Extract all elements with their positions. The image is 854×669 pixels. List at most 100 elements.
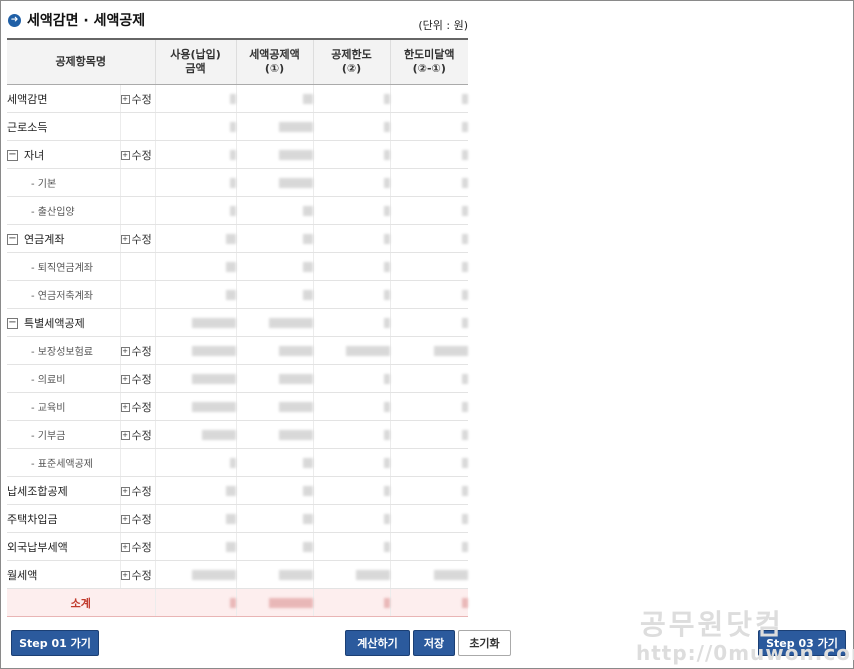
redacted-value	[462, 290, 468, 300]
value-cell-3	[389, 196, 468, 225]
value-cell-3	[389, 224, 468, 253]
value-cell-0	[154, 448, 236, 477]
section-header: ➜ 세액감면 · 세액공제	[8, 10, 145, 30]
redacted-value	[383, 178, 390, 188]
plus-box-icon[interactable]: +	[120, 403, 130, 412]
row-label: - 연금저축계좌	[7, 280, 120, 309]
value-cell-2	[312, 420, 390, 449]
table-row: − 자녀 + 수정	[7, 140, 468, 169]
edit-cell	[119, 448, 155, 477]
dash-marker: -	[31, 347, 38, 358]
row-label: - 기본	[7, 168, 120, 197]
edit-link[interactable]: 수정	[132, 233, 152, 246]
edit-cell[interactable]: + 수정	[119, 532, 155, 561]
redacted-value	[302, 206, 313, 216]
value-cell-0	[154, 112, 236, 141]
edit-link[interactable]: 수정	[132, 513, 152, 526]
plus-box-icon[interactable]: +	[120, 431, 130, 440]
plus-box-icon[interactable]: +	[120, 235, 130, 244]
redacted-value	[201, 430, 236, 440]
redacted-value	[191, 570, 236, 580]
value-cell-0	[154, 392, 236, 421]
calculate-button[interactable]: 계산하기	[345, 630, 410, 656]
redacted-value	[225, 262, 236, 272]
edit-link[interactable]: 수정	[132, 429, 152, 442]
edit-link[interactable]: 수정	[132, 345, 152, 358]
value-cell-2	[312, 196, 390, 225]
edit-cell[interactable]: + 수정	[119, 364, 155, 393]
redacted-value	[383, 206, 390, 216]
edit-link[interactable]: 수정	[132, 149, 152, 162]
value-cell-0	[154, 504, 236, 533]
redacted-value	[462, 458, 468, 468]
edit-cell	[119, 196, 155, 225]
collapse-icon[interactable]: −	[7, 150, 18, 161]
edit-cell[interactable]: + 수정	[119, 140, 155, 169]
plus-box-icon[interactable]: +	[120, 515, 130, 524]
edit-link[interactable]: 수정	[132, 485, 152, 498]
redacted-value	[383, 402, 390, 412]
value-cell-1	[235, 224, 313, 253]
redacted-value	[462, 234, 468, 244]
value-cell-3	[389, 392, 468, 421]
edit-cell[interactable]: + 수정	[119, 560, 155, 589]
row-label: − 특별세액공제	[7, 308, 120, 337]
value-cell-2	[312, 392, 390, 421]
table-row: 근로소득	[7, 112, 468, 141]
save-button[interactable]: 저장	[413, 630, 455, 656]
dash-marker: -	[31, 403, 38, 414]
redacted-value	[302, 542, 313, 552]
plus-box-icon[interactable]: +	[120, 571, 130, 580]
edit-cell[interactable]: + 수정	[119, 84, 155, 113]
value-cell-3	[389, 308, 468, 337]
table-row: - 출산입양	[7, 196, 468, 225]
plus-box-icon[interactable]: +	[120, 543, 130, 552]
edit-link[interactable]: 수정	[132, 93, 152, 106]
reset-button[interactable]: 초기화	[458, 630, 511, 656]
table-row: 세액감면 + 수정	[7, 84, 468, 113]
redacted-value	[191, 374, 236, 384]
redacted-value	[345, 346, 390, 356]
value-cell-3	[389, 532, 468, 561]
edit-link[interactable]: 수정	[132, 541, 152, 554]
table-row: − 특별세액공제	[7, 308, 468, 337]
edit-cell[interactable]: + 수정	[119, 336, 155, 365]
redacted-value	[383, 542, 390, 552]
redacted-value	[225, 234, 236, 244]
value-cell-1	[235, 336, 313, 365]
value-cell-1	[235, 252, 313, 281]
value-cell-3	[389, 140, 468, 169]
value-cell-1	[235, 168, 313, 197]
redacted-value	[462, 374, 468, 384]
plus-box-icon[interactable]: +	[120, 487, 130, 496]
column-header-4: 한도미달액 (②-①)	[389, 38, 468, 85]
edit-cell[interactable]: + 수정	[119, 392, 155, 421]
plus-box-icon[interactable]: +	[120, 151, 130, 160]
edit-link[interactable]: 수정	[132, 373, 152, 386]
plus-box-icon[interactable]: +	[120, 347, 130, 356]
value-cell-1	[235, 588, 313, 617]
plus-box-icon[interactable]: +	[120, 95, 130, 104]
edit-cell[interactable]: + 수정	[119, 476, 155, 505]
collapse-icon[interactable]: −	[7, 318, 18, 329]
dash-marker: -	[31, 375, 38, 386]
edit-cell[interactable]: + 수정	[119, 420, 155, 449]
row-name: 의료비	[37, 375, 66, 386]
redacted-value	[229, 150, 236, 160]
edit-link[interactable]: 수정	[132, 569, 152, 582]
edit-link[interactable]: 수정	[132, 401, 152, 414]
value-cell-3	[389, 84, 468, 113]
edit-cell[interactable]: + 수정	[119, 224, 155, 253]
redacted-value	[462, 430, 468, 440]
table-row: 외국납부세액 + 수정	[7, 532, 468, 561]
step01-button[interactable]: Step 01 가기	[11, 630, 99, 656]
value-cell-0	[154, 168, 236, 197]
value-cell-2	[312, 364, 390, 393]
collapse-icon[interactable]: −	[7, 234, 18, 245]
edit-cell[interactable]: + 수정	[119, 504, 155, 533]
table-row: 납세조합공제 + 수정	[7, 476, 468, 505]
redacted-value	[225, 290, 236, 300]
row-name: 기본	[37, 179, 57, 190]
table-row: - 보장성보험료 + 수정	[7, 336, 468, 365]
plus-box-icon[interactable]: +	[120, 375, 130, 384]
